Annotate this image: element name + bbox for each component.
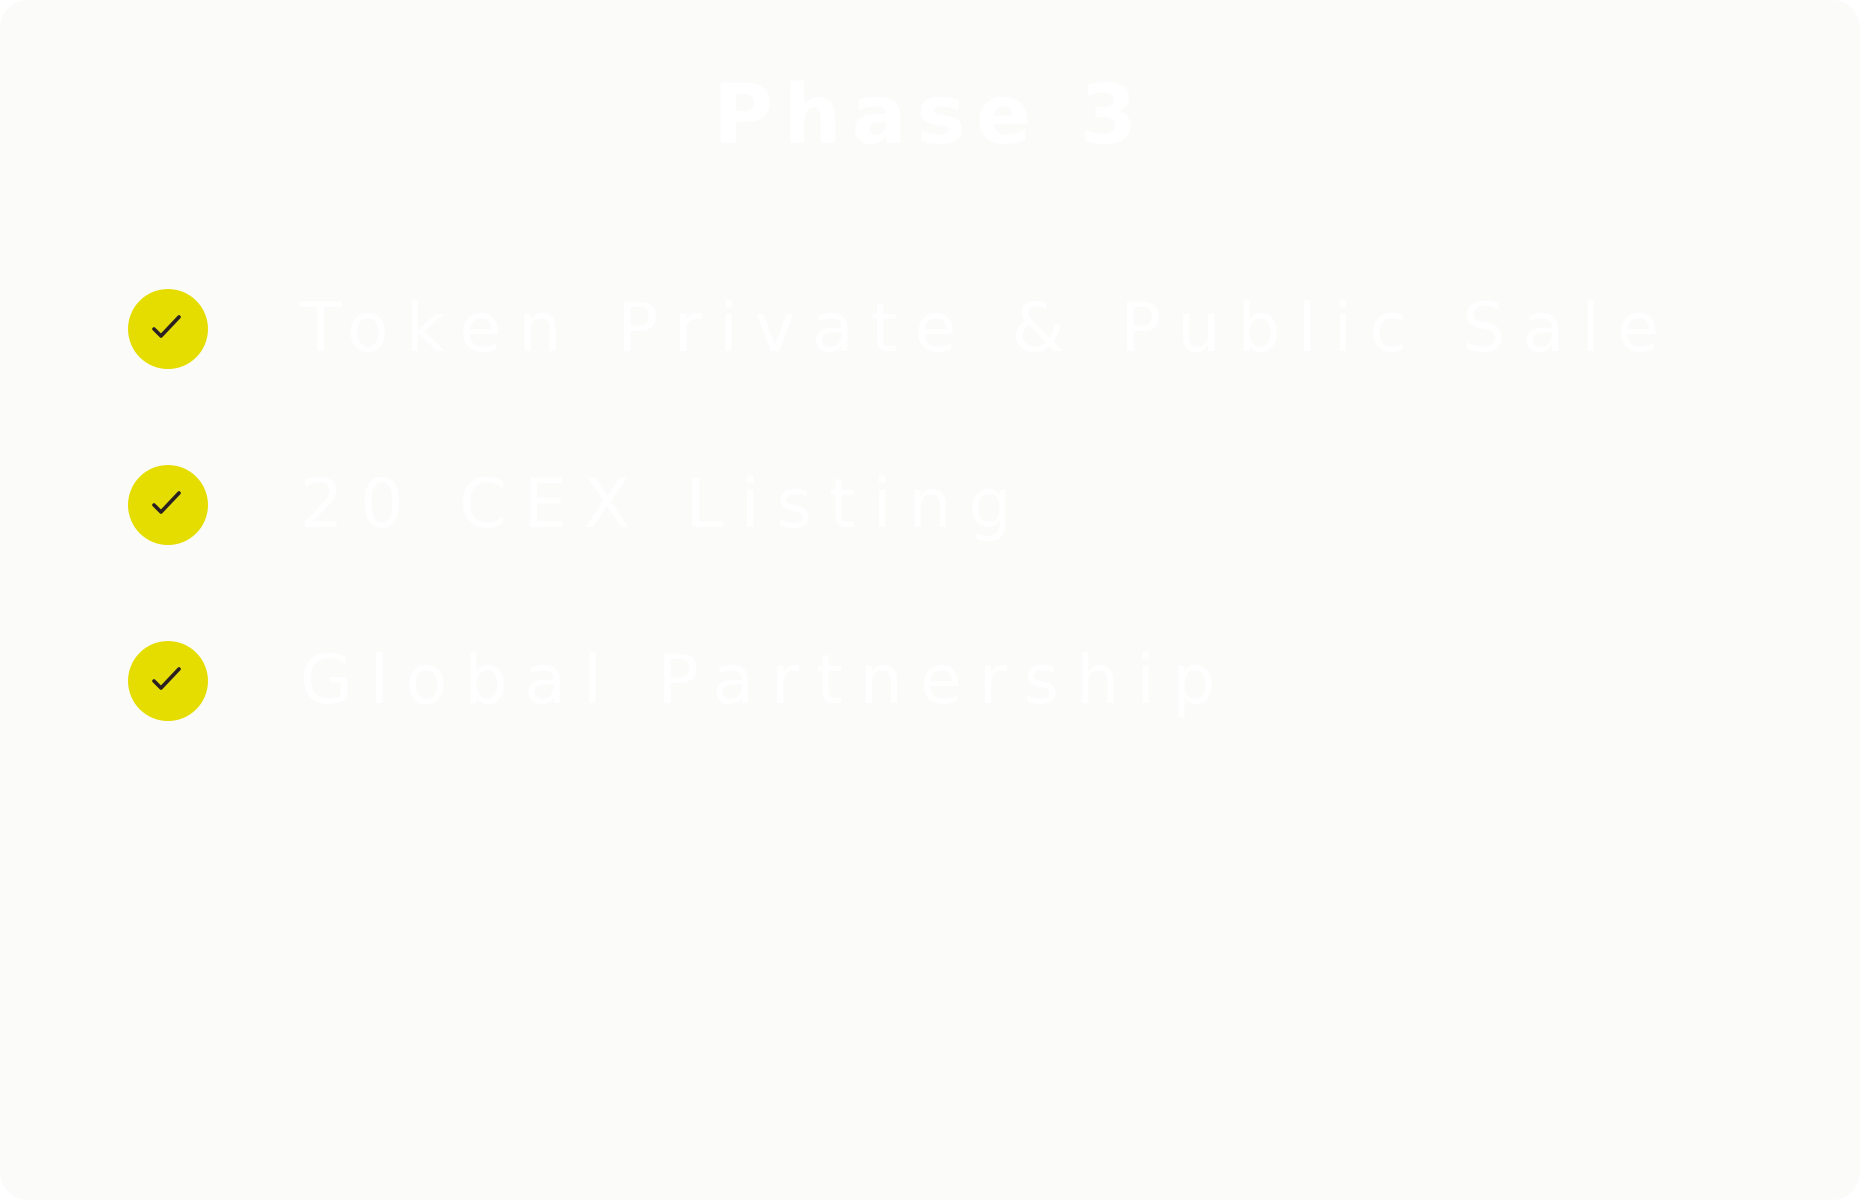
phase-card: Phase 3 Token Private & Public Sale 20 C… <box>0 0 1860 1200</box>
milestone-label: Global Partnership <box>300 641 1233 720</box>
milestone-item: Token Private & Public Sale <box>128 288 1676 370</box>
check-icon <box>152 315 181 338</box>
check-badge <box>128 289 208 369</box>
milestone-item: Global Partnership <box>128 640 1232 722</box>
check-badge <box>128 465 208 545</box>
check-icon <box>152 667 181 690</box>
phase-title: Phase 3 <box>713 68 1147 163</box>
check-icon <box>152 491 181 514</box>
milestone-item: 20 CEX Listing <box>128 464 1029 546</box>
milestone-label: 20 CEX Listing <box>300 465 1029 544</box>
check-badge <box>128 641 208 721</box>
milestone-label: Token Private & Public Sale <box>300 289 1676 368</box>
